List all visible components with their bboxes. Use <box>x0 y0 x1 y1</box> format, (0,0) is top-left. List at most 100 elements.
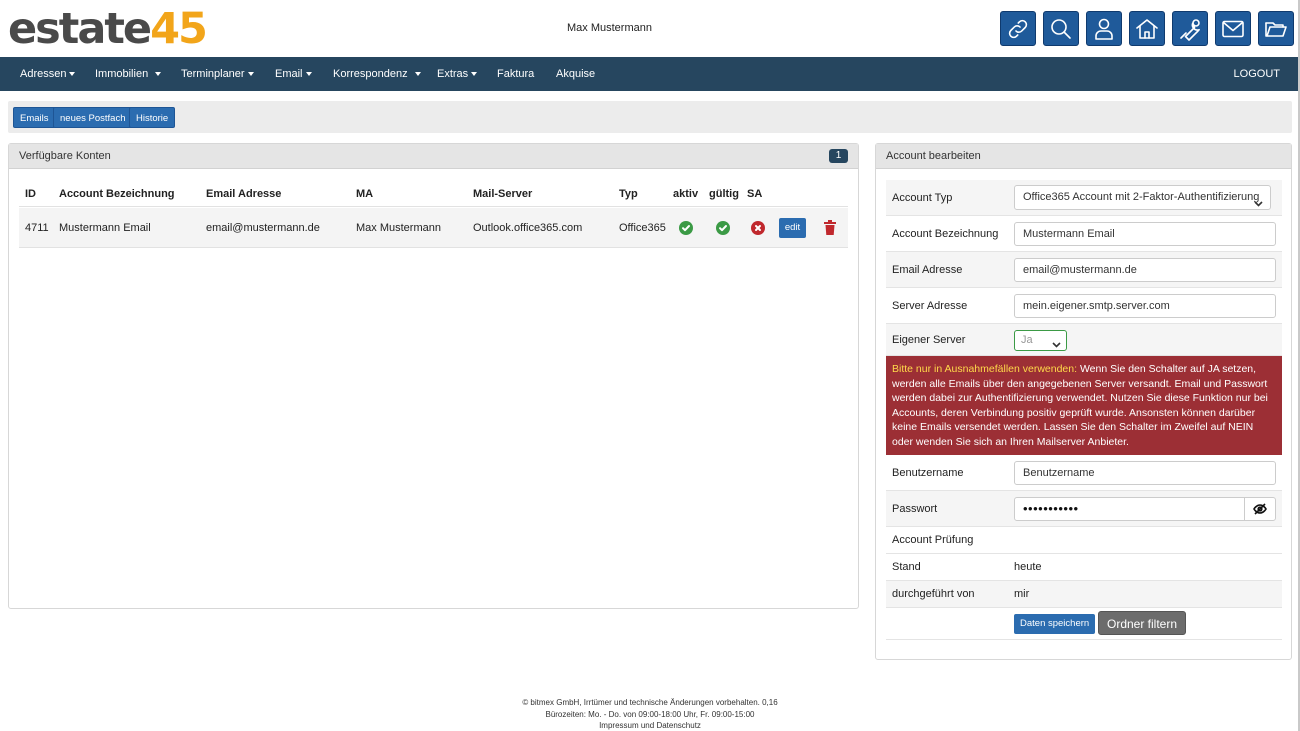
warning-highlight: Bitte nur in Ausnahmefällen verwenden: <box>892 363 1078 375</box>
nav-extras[interactable]: Extras <box>437 57 478 91</box>
row-account-pruefung: Account Prüfung <box>886 527 1282 554</box>
nav-terminplaner[interactable]: Terminplaner <box>181 57 254 91</box>
history-button[interactable]: Historie <box>129 107 176 128</box>
nav-faktura[interactable]: Faktura <box>497 57 534 91</box>
new-mailbox-button[interactable]: neues Postfach <box>53 107 133 128</box>
panel-title: Account bearbeiten <box>886 150 981 162</box>
cell-typ: Office365 <box>619 222 666 234</box>
home-button[interactable] <box>1129 11 1165 46</box>
search-button[interactable] <box>1043 11 1079 46</box>
nav-adressen[interactable]: Adressen <box>20 57 76 91</box>
logo-text: estate <box>8 4 152 54</box>
row-passwort: Passwort ••••••••••• <box>886 491 1282 527</box>
password-value: ••••••••••• <box>1023 501 1079 516</box>
top-header: estate45 Max Mustermann <box>0 0 1300 57</box>
caret-down-icon <box>305 72 312 77</box>
tools-button[interactable] <box>1172 11 1208 46</box>
row-eigener-server: Eigener Server Ja <box>886 324 1282 356</box>
password-input[interactable]: ••••••••••• <box>1014 497 1276 521</box>
x-circle-icon <box>751 221 765 235</box>
warning-box: Bitte nur in Ausnahmefällen verwenden: W… <box>886 356 1282 455</box>
chevron-down-icon <box>1052 337 1061 348</box>
link-button[interactable] <box>1000 11 1036 46</box>
main-navigation: Adressen Immobilien Terminplaner Email K… <box>0 57 1300 91</box>
durchgefuehrt-value: mir <box>1014 588 1030 600</box>
account-bezeichnung-input[interactable]: Mustermann Email <box>1014 222 1276 246</box>
nav-label: Immobilien <box>95 68 149 80</box>
footer: © bitmex GmbH, Irrtümer und technische Ä… <box>0 697 1300 731</box>
mail-button[interactable] <box>1215 11 1251 46</box>
row-account-bezeichnung: Account Bezeichnung Mustermann Email <box>886 216 1282 252</box>
server-adresse-label: Server Adresse <box>892 300 968 312</box>
footer-office-hours: Bürozeiten: Mo. - Do. von 09:00-18:00 Uh… <box>545 709 755 719</box>
column-header[interactable]: gültig <box>709 181 739 207</box>
column-header[interactable]: aktiv <box>673 181 698 207</box>
eye-slash-icon[interactable] <box>1244 498 1275 520</box>
durchgefuehrt-label: durchgeführt von <box>892 588 975 600</box>
eigener-server-label: Eigener Server <box>892 334 966 346</box>
edit-account-panel: Account bearbeiten Account Typ Office365… <box>875 143 1292 660</box>
benutzername-input[interactable]: Benutzername <box>1014 461 1276 485</box>
edit-account-form: Account Typ Office365 Account mit 2-Fakt… <box>886 180 1282 640</box>
cell-email: email@mustermann.de <box>206 222 320 234</box>
estate45-logo[interactable]: estate45 <box>8 4 208 54</box>
logo-number: 45 <box>150 4 208 54</box>
datenschutz-link[interactable]: Datenschutz <box>656 721 700 730</box>
impressum-link[interactable]: Impressum <box>599 721 639 730</box>
row-server-adresse: Server Adresse mein.eigener.smtp.server.… <box>886 288 1282 324</box>
email-adresse-label: Email Adresse <box>892 264 963 276</box>
edit-panel-header: Account bearbeiten <box>876 144 1291 169</box>
sub-toolbar: Emails neues Postfach Historie <box>8 101 1292 133</box>
caret-down-icon <box>414 72 421 77</box>
stand-label: Stand <box>892 561 921 573</box>
nav-email[interactable]: Email <box>275 57 312 91</box>
eigener-server-select[interactable]: Ja <box>1014 330 1067 351</box>
footer-copyright: © bitmex GmbH, Irrtümer und technische Ä… <box>522 698 778 707</box>
emails-button[interactable]: Emails <box>13 107 56 128</box>
wrench-icon <box>1180 18 1200 41</box>
account-typ-select[interactable]: Office365 Account mit 2-Faktor-Authentif… <box>1014 185 1271 210</box>
logout-link[interactable]: LOGOUT <box>1234 57 1280 91</box>
accounts-panel: Verfügbare Konten 1 ID Account Bezeichnu… <box>8 143 859 609</box>
nav-korrespondenz[interactable]: Korrespondenz <box>333 57 421 91</box>
column-header[interactable]: Email Adresse <box>206 181 281 207</box>
filter-folders-button[interactable]: Ordner filtern <box>1098 611 1187 635</box>
row-durchgefuehrt-von: durchgeführt von mir <box>886 581 1282 608</box>
header-icon-toolbar <box>1000 11 1294 46</box>
column-header[interactable]: SA <box>747 181 762 207</box>
panel-title: Verfügbare Konten <box>19 150 111 162</box>
cell-mail-server: Outlook.office365.com <box>473 222 583 234</box>
save-button[interactable]: Daten speichern <box>1014 614 1096 634</box>
column-header[interactable]: MA <box>356 181 373 207</box>
nav-akquise[interactable]: Akquise <box>556 57 595 91</box>
edit-button[interactable]: edit <box>779 218 806 238</box>
folder-button[interactable] <box>1258 11 1294 46</box>
server-adresse-input[interactable]: mein.eigener.smtp.server.com <box>1014 294 1276 318</box>
column-header[interactable]: Mail-Server <box>473 181 532 207</box>
row-actions: Daten speichern Ordner filtern <box>886 608 1282 640</box>
user-icon <box>1095 18 1113 40</box>
footer-links: Impressum und Datenschutz <box>0 720 1300 731</box>
check-circle-icon <box>679 221 693 235</box>
nav-label: Adressen <box>20 68 67 80</box>
nav-label: Extras <box>437 68 469 80</box>
column-header[interactable]: Account Bezeichnung <box>59 181 175 207</box>
nav-label: Terminplaner <box>181 68 245 80</box>
accounts-panel-header: Verfügbare Konten 1 <box>9 144 858 169</box>
eigener-server-value: Ja <box>1021 334 1033 346</box>
folder-icon <box>1265 21 1287 37</box>
current-user-name: Max Mustermann <box>567 22 652 34</box>
check-circle-icon <box>716 221 730 235</box>
trash-icon[interactable] <box>824 220 836 235</box>
nav-immobilien[interactable]: Immobilien <box>95 57 162 91</box>
column-header[interactable]: ID <box>25 181 36 207</box>
caret-down-icon <box>69 72 76 77</box>
email-adresse-input[interactable]: email@mustermann.de <box>1014 258 1276 282</box>
column-header[interactable]: Typ <box>619 181 638 207</box>
passwort-label: Passwort <box>892 503 938 515</box>
account-bezeichnung-label: Account Bezeichnung <box>892 228 999 240</box>
chevron-down-icon <box>1254 194 1263 207</box>
table-row[interactable]: 4711 Mustermann Email email@mustermann.d… <box>19 208 848 248</box>
user-button[interactable] <box>1086 11 1122 46</box>
row-email-adresse: Email Adresse email@mustermann.de <box>886 252 1282 288</box>
